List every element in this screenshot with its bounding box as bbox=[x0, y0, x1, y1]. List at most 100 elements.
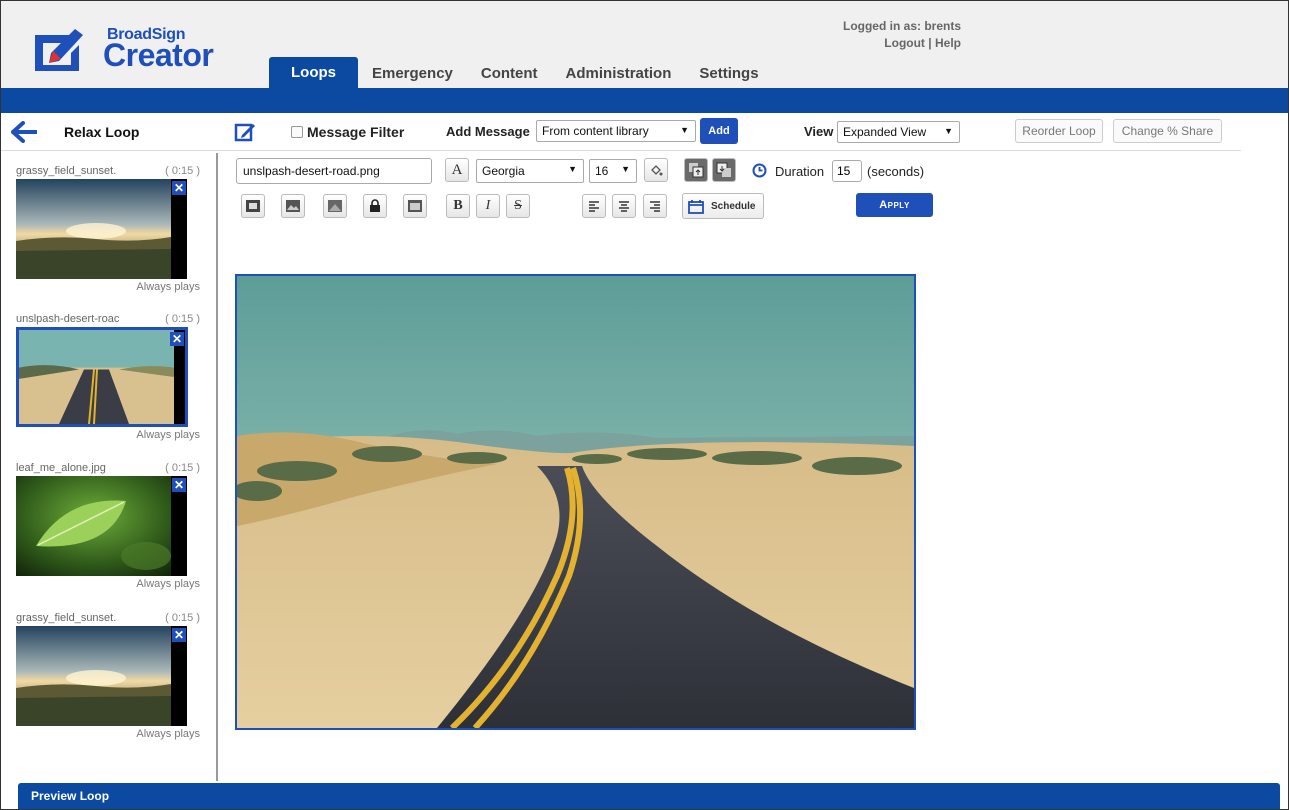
help-link[interactable]: Help bbox=[935, 36, 961, 50]
bring-forward-button[interactable] bbox=[684, 158, 708, 182]
message-thumbnail[interactable]: ✕ bbox=[16, 179, 187, 279]
back-arrow-icon[interactable] bbox=[11, 121, 37, 143]
broadsign-logo[interactable]: BroadSign Creator bbox=[31, 17, 221, 77]
view-value: Expanded View bbox=[843, 125, 927, 139]
apply-button[interactable]: Apply bbox=[856, 193, 933, 217]
add-source-select[interactable]: From content library ▼ bbox=[536, 120, 696, 142]
fill-color-button[interactable] bbox=[644, 158, 668, 182]
leaf-thumbnail-image bbox=[16, 476, 171, 576]
message-thumbnail-selected[interactable]: ✕ bbox=[16, 327, 188, 427]
message-filter-label: Message Filter bbox=[307, 124, 405, 140]
add-button[interactable]: Add bbox=[700, 118, 738, 144]
message-item[interactable]: leaf_me_alone.jpg ( 0:15 ) ✕ Always play… bbox=[16, 462, 202, 590]
change-share-button[interactable]: Change % Share bbox=[1113, 119, 1222, 143]
message-thumbnail[interactable]: ✕ bbox=[16, 626, 187, 726]
chevron-down-icon: ▼ bbox=[621, 164, 630, 174]
message-item[interactable]: grassy_field_sunset. ( 0:15 ) ✕ Always p… bbox=[16, 165, 202, 293]
send-backward-icon bbox=[716, 162, 731, 177]
logged-in-text: Logged in as: brents bbox=[842, 19, 961, 33]
align-right-icon bbox=[650, 201, 660, 212]
tab-administration[interactable]: Administration bbox=[552, 58, 686, 88]
align-right-button[interactable] bbox=[643, 194, 667, 218]
tab-loops[interactable]: Loops bbox=[269, 57, 358, 88]
lock-button[interactable] bbox=[363, 194, 387, 218]
template-icon bbox=[408, 200, 422, 212]
duration-input[interactable] bbox=[832, 160, 862, 182]
strikethrough-button[interactable]: S bbox=[506, 194, 530, 218]
view-label: View bbox=[804, 124, 834, 139]
send-backward-button[interactable] bbox=[712, 158, 736, 182]
message-list: grassy_field_sunset. ( 0:15 ) ✕ Always p… bbox=[1, 153, 218, 781]
preview-loop-label: Preview Loop bbox=[31, 789, 110, 803]
sunset-thumbnail-image bbox=[16, 626, 171, 726]
background-image-button[interactable] bbox=[323, 194, 347, 218]
edit-icon[interactable] bbox=[234, 121, 256, 143]
align-left-button[interactable] bbox=[582, 194, 606, 218]
message-canvas[interactable] bbox=[235, 274, 916, 730]
font-color-button[interactable]: A bbox=[445, 158, 469, 182]
bold-button[interactable]: B bbox=[446, 194, 470, 218]
sunset-thumbnail-image bbox=[16, 179, 171, 279]
desert-road-image bbox=[237, 276, 914, 728]
schedule-button[interactable]: Schedule bbox=[682, 193, 764, 219]
message-duration: ( 0:15 ) bbox=[165, 462, 200, 474]
duration-unit: (seconds) bbox=[867, 164, 925, 179]
loop-toolbar: Message Filter Add Message From content … bbox=[1, 115, 1241, 151]
view-select[interactable]: Expanded View ▼ bbox=[837, 121, 960, 143]
play-rule: Always plays bbox=[136, 578, 200, 590]
background-icon bbox=[328, 200, 342, 212]
logout-link[interactable]: Logout bbox=[884, 36, 925, 50]
schedule-label: Schedule bbox=[711, 200, 756, 212]
lock-icon bbox=[370, 199, 380, 212]
font-size-select[interactable]: 16 ▼ bbox=[589, 159, 637, 183]
play-rule: Always plays bbox=[136, 728, 200, 740]
align-center-button[interactable] bbox=[612, 194, 636, 218]
message-filter-checkbox[interactable] bbox=[291, 126, 303, 138]
template-button[interactable] bbox=[403, 194, 427, 218]
chevron-down-icon: ▼ bbox=[568, 164, 577, 174]
header: BroadSign Creator Logged in as: brents L… bbox=[1, 1, 1288, 88]
message-name: unslpash-desert-roac bbox=[16, 313, 120, 325]
road-thumbnail-image bbox=[19, 330, 174, 424]
message-name: leaf_me_alone.jpg bbox=[16, 462, 106, 474]
message-thumbnail[interactable]: ✕ bbox=[16, 476, 187, 576]
calendar-icon bbox=[688, 199, 704, 214]
chevron-down-icon: ▼ bbox=[944, 126, 953, 136]
message-filter[interactable]: Message Filter bbox=[291, 124, 404, 140]
remove-message-icon[interactable]: ✕ bbox=[172, 478, 186, 492]
tab-content[interactable]: Content bbox=[467, 58, 552, 88]
font-family-select[interactable]: Georgia ▼ bbox=[476, 159, 584, 183]
remove-message-icon[interactable]: ✕ bbox=[170, 332, 184, 346]
image-icon bbox=[286, 200, 300, 212]
play-rule: Always plays bbox=[136, 281, 200, 293]
preview-loop-bar[interactable]: Preview Loop bbox=[18, 783, 1280, 809]
message-name: grassy_field_sunset. bbox=[16, 612, 117, 624]
italic-button[interactable]: I bbox=[476, 194, 500, 218]
add-message-label: Add Message bbox=[446, 124, 530, 139]
chevron-down-icon: ▼ bbox=[680, 125, 689, 135]
message-name: grassy_field_sunset. bbox=[16, 165, 117, 177]
tab-settings[interactable]: Settings bbox=[685, 58, 772, 88]
tab-emergency[interactable]: Emergency bbox=[358, 58, 467, 88]
message-item[interactable]: grassy_field_sunset. ( 0:15 ) ✕ Always p… bbox=[16, 612, 202, 740]
session-separator: | bbox=[928, 36, 932, 50]
play-rule: Always plays bbox=[136, 429, 200, 441]
loop-name-input[interactable] bbox=[58, 119, 228, 145]
message-duration: ( 0:15 ) bbox=[165, 313, 200, 325]
text-box-icon bbox=[246, 200, 260, 212]
font-size-value: 16 bbox=[595, 164, 609, 178]
reorder-loop-button[interactable]: Reorder Loop bbox=[1015, 119, 1103, 143]
remove-message-icon[interactable]: ✕ bbox=[172, 628, 186, 642]
add-text-button[interactable] bbox=[241, 194, 265, 218]
message-item[interactable]: unslpash-desert-roac ( 0:15 ) ✕ Always p… bbox=[16, 313, 202, 441]
align-center-icon bbox=[619, 201, 629, 212]
align-left-icon bbox=[589, 201, 599, 212]
clock-icon bbox=[752, 163, 767, 178]
add-source-value: From content library bbox=[542, 124, 649, 138]
main-nav: Loops Emergency Content Administration S… bbox=[269, 57, 773, 88]
add-image-button[interactable] bbox=[281, 194, 305, 218]
session-info: Logged in as: brents Logout | Help bbox=[761, 18, 961, 52]
remove-message-icon[interactable]: ✕ bbox=[172, 181, 186, 195]
bring-forward-icon bbox=[689, 163, 704, 178]
filename-input[interactable] bbox=[236, 158, 432, 184]
